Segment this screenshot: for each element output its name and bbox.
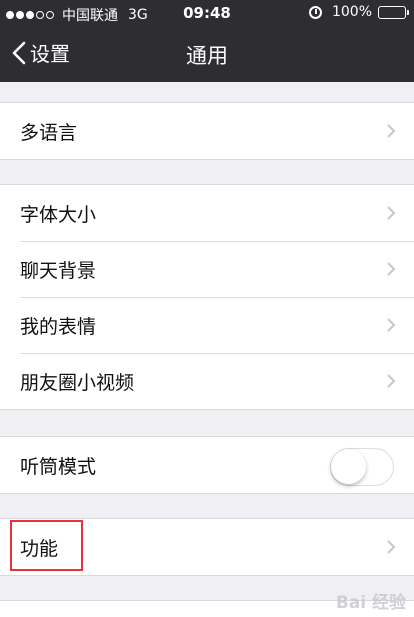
highlight-box xyxy=(10,520,83,571)
earpiece-group: 听筒模式 xyxy=(0,436,414,494)
row-label: 朋友圈小视频 xyxy=(20,371,135,394)
status-right: 100% xyxy=(308,4,409,20)
settings-row-font-size[interactable]: 字体大小 xyxy=(0,185,414,241)
earpiece-mode-toggle[interactable] xyxy=(330,448,394,486)
language-group: 多语言 xyxy=(0,102,414,160)
chevron-right-icon xyxy=(387,206,396,220)
settings-row-earpiece-mode: 听筒模式 xyxy=(0,437,414,493)
settings-row-moments-video[interactable]: 朋友圈小视频 xyxy=(0,353,414,409)
toggle-knob xyxy=(331,449,366,484)
battery-percent: 100% xyxy=(331,4,372,20)
chevron-right-icon xyxy=(387,540,396,554)
row-label: 字体大小 xyxy=(20,203,97,226)
chevron-right-icon xyxy=(387,124,396,138)
baidu-watermark: Bai 经验 xyxy=(335,593,406,613)
page-title: 通用 xyxy=(186,44,228,68)
display-group: 字体大小 聊天背景 我的表情 朋友圈小视频 xyxy=(0,184,414,410)
chevron-right-icon xyxy=(387,374,396,388)
settings-row-language[interactable]: 多语言 xyxy=(0,103,414,159)
row-label: 聊天背景 xyxy=(20,259,97,282)
row-label: 听筒模式 xyxy=(20,455,97,478)
settings-row-my-stickers[interactable]: 我的表情 xyxy=(0,297,414,353)
alarm-clock-icon xyxy=(308,5,322,19)
row-label: 多语言 xyxy=(20,121,78,144)
navigation-bar: 设置 通用 xyxy=(0,30,414,80)
chevron-right-icon xyxy=(387,262,396,276)
chevron-right-icon xyxy=(387,318,396,332)
battery-icon xyxy=(378,5,409,19)
top-bar: 中国联通 3G 09:48 100% 设置 通用 xyxy=(0,0,414,82)
status-bar: 中国联通 3G 09:48 100% xyxy=(0,0,414,26)
settings-row-chat-background[interactable]: 聊天背景 xyxy=(0,241,414,297)
row-label: 我的表情 xyxy=(20,315,97,338)
